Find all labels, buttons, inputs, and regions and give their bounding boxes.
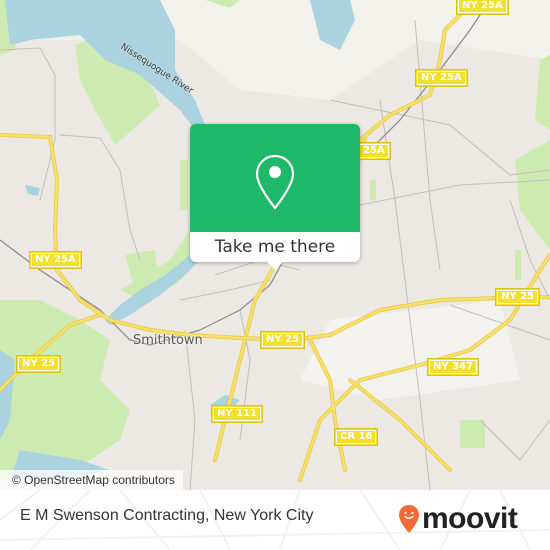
road-shield: NY 25A	[456, 0, 509, 15]
road-shield: NY 25	[495, 288, 541, 306]
road-shield: NY 25	[260, 331, 306, 349]
popup-pointer	[267, 262, 283, 270]
park	[460, 420, 485, 448]
road-shield: NY 25A	[415, 69, 468, 87]
take-me-there-button[interactable]: Take me there	[190, 232, 360, 262]
popup-header	[190, 124, 360, 232]
park	[370, 180, 376, 200]
moovit-pin-icon	[399, 505, 419, 533]
brand-name: moovit	[422, 502, 518, 535]
road-shield: 25A	[357, 142, 391, 160]
map[interactable]: Nissequogue River Smithtown NY 25A NY 25…	[0, 0, 550, 490]
road-shield: NY 25	[16, 355, 62, 373]
map-attribution[interactable]: © OpenStreetMap contributors	[0, 470, 183, 490]
moovit-logo[interactable]: moovit	[398, 502, 518, 535]
location-popup: Take me there	[190, 124, 360, 270]
map-pin-icon	[255, 154, 295, 210]
location-title: E M Swenson Contracting, New York City	[20, 507, 314, 524]
road-shield: CR 16	[334, 428, 379, 446]
road-shield: NY 25A	[29, 251, 82, 269]
road-shield: NY 111	[211, 405, 263, 423]
road-shield: NY 347	[427, 358, 479, 376]
footer: E M Swenson Contracting, New York City m…	[0, 490, 550, 550]
park	[180, 160, 188, 210]
place-label-smithtown: Smithtown	[133, 333, 203, 348]
park	[515, 250, 521, 280]
